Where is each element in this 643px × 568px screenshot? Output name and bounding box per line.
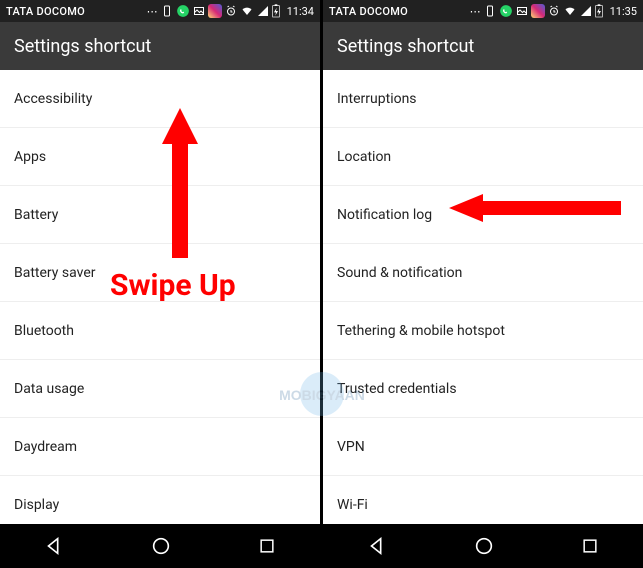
image-icon: [516, 5, 528, 17]
phone-icon: [484, 5, 496, 17]
item-label: Notification log: [337, 207, 432, 223]
home-button[interactable]: [473, 535, 495, 557]
image-icon: [193, 5, 205, 17]
app-bar: Settings shortcut: [0, 22, 320, 70]
phone-right: TATA DOCOMO ⋯ 11:35 Settings shortcut In…: [323, 0, 643, 568]
item-label: VPN: [337, 439, 365, 455]
item-daydream[interactable]: Daydream: [0, 418, 320, 476]
nav-bar: [0, 524, 320, 568]
carrier-label: TATA DOCOMO: [329, 5, 408, 18]
item-label: Daydream: [14, 439, 77, 455]
item-label: Sound & notification: [337, 265, 462, 281]
phone-icon: [161, 5, 173, 17]
item-trusted-credentials[interactable]: Trusted credentials: [323, 360, 643, 418]
item-label: Trusted credentials: [337, 381, 457, 397]
item-tethering[interactable]: Tethering & mobile hotspot: [323, 302, 643, 360]
phone-left: TATA DOCOMO ⋯ 11:34 Settings shortcut Ac…: [0, 0, 320, 568]
battery-charging-icon: [595, 4, 603, 18]
status-icons: ⋯ 11:35: [408, 4, 637, 18]
status-bar: TATA DOCOMO ⋯ 11:35: [323, 0, 643, 22]
item-label: Apps: [14, 149, 46, 165]
item-label: Bluetooth: [14, 323, 74, 339]
alarm-icon: [548, 5, 560, 17]
home-button[interactable]: [150, 535, 172, 557]
instagram-icon: [531, 4, 545, 18]
page-title: Settings shortcut: [337, 36, 474, 57]
more-icon: ⋯: [470, 5, 481, 18]
status-icons: ⋯ 11:34: [85, 4, 314, 18]
item-battery-saver[interactable]: Battery saver: [0, 244, 320, 302]
whatsapp-icon: [176, 4, 190, 18]
item-sound-notification[interactable]: Sound & notification: [323, 244, 643, 302]
back-button[interactable]: [43, 535, 65, 557]
page-title: Settings shortcut: [14, 36, 151, 57]
item-label: Battery saver: [14, 265, 95, 281]
item-apps[interactable]: Apps: [0, 128, 320, 186]
item-notification-log[interactable]: Notification log: [323, 186, 643, 244]
settings-list[interactable]: Accessibility Apps Battery Battery saver…: [0, 70, 320, 524]
item-vpn[interactable]: VPN: [323, 418, 643, 476]
recent-button[interactable]: [257, 536, 277, 556]
alarm-icon: [225, 5, 237, 17]
item-label: Wi-Fi: [337, 497, 368, 513]
item-display[interactable]: Display: [0, 476, 320, 524]
wifi-icon: [240, 5, 254, 17]
item-label: Tethering & mobile hotspot: [337, 323, 505, 339]
item-label: Display: [14, 497, 59, 513]
item-label: Interruptions: [337, 91, 417, 107]
battery-charging-icon: [272, 4, 280, 18]
wifi-icon: [563, 5, 577, 17]
signal-icon: [580, 5, 592, 17]
item-location[interactable]: Location: [323, 128, 643, 186]
whatsapp-icon: [499, 4, 513, 18]
clock-label: 11:34: [287, 5, 314, 18]
nav-bar: [323, 524, 643, 568]
item-wifi[interactable]: Wi-Fi: [323, 476, 643, 524]
signal-icon: [257, 5, 269, 17]
clock-label: 11:35: [610, 5, 637, 18]
settings-list[interactable]: Interruptions Location Notification log …: [323, 70, 643, 524]
item-label: Data usage: [14, 381, 84, 397]
status-bar: TATA DOCOMO ⋯ 11:34: [0, 0, 320, 22]
instagram-icon: [208, 4, 222, 18]
item-battery[interactable]: Battery: [0, 186, 320, 244]
item-bluetooth[interactable]: Bluetooth: [0, 302, 320, 360]
item-data-usage[interactable]: Data usage: [0, 360, 320, 418]
app-bar: Settings shortcut: [323, 22, 643, 70]
carrier-label: TATA DOCOMO: [6, 5, 85, 18]
more-icon: ⋯: [147, 5, 158, 18]
item-interruptions[interactable]: Interruptions: [323, 70, 643, 128]
item-label: Location: [337, 149, 391, 165]
item-label: Accessibility: [14, 91, 92, 107]
item-accessibility[interactable]: Accessibility: [0, 70, 320, 128]
recent-button[interactable]: [580, 536, 600, 556]
item-label: Battery: [14, 207, 58, 223]
back-button[interactable]: [366, 535, 388, 557]
